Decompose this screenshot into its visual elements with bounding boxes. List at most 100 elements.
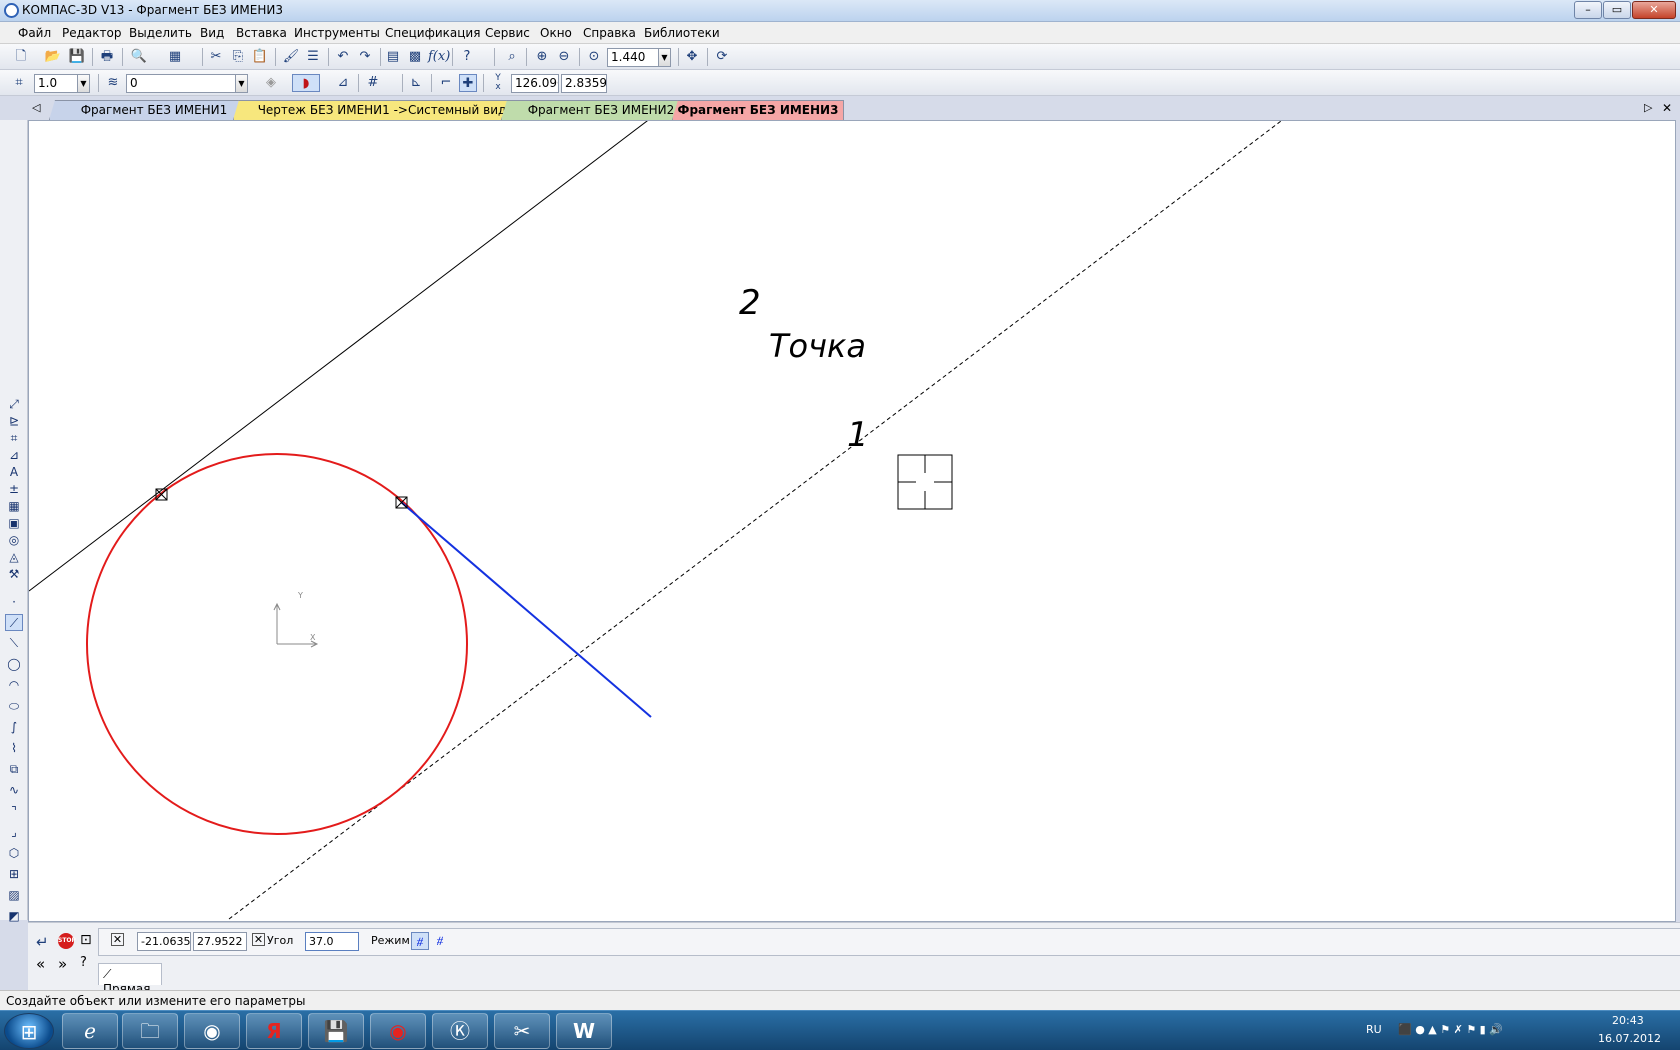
menu-help[interactable]: Справка — [583, 26, 636, 40]
tool-line-icon[interactable]: ⟋ — [5, 614, 23, 631]
prev-object-icon[interactable]: « — [36, 955, 45, 973]
scissors-taskbar-icon[interactable]: ✂ — [494, 1013, 550, 1049]
menu-view[interactable]: Вид — [200, 26, 224, 40]
stop-icon[interactable]: STOP — [58, 933, 76, 949]
pan-icon[interactable]: ✥ — [683, 48, 701, 66]
tool-contour-icon[interactable]: ⊞ — [5, 866, 23, 883]
print-icon[interactable]: 🖶 — [98, 48, 116, 66]
drawing-canvas[interactable]: Y X 2 Точка 1 — [28, 120, 1676, 922]
tool-bezier-icon[interactable]: ∿ — [5, 782, 23, 799]
minimize-button[interactable]: – — [1574, 1, 1602, 19]
tool-dimensions-icon[interactable]: ⊵ — [5, 413, 23, 430]
kompas-taskbar-icon[interactable]: Ⓚ — [432, 1013, 488, 1049]
local-cs-icon[interactable]: ⊾ — [407, 74, 425, 92]
copy-icon[interactable]: ⎘ — [229, 48, 247, 66]
tool-chamfer-icon[interactable]: ⌝ — [5, 803, 23, 820]
layer-dropdown[interactable]: ▼ — [235, 74, 248, 93]
zoom-out-icon[interactable]: ⊖ — [555, 48, 573, 66]
tab-fragment-3[interactable]: Фрагмент БЕЗ ИМЕНИ3 — [672, 100, 844, 120]
angle-field[interactable]: 37.0 — [305, 932, 359, 951]
angle-lock-icon[interactable]: ✕ — [252, 933, 265, 946]
tool-spec-icon[interactable]: ▣ — [5, 515, 23, 532]
tool-polygon-icon[interactable]: ⬡ — [5, 845, 23, 862]
new-file-icon[interactable]: 🗋 — [12, 48, 30, 66]
close-button[interactable]: ✕ — [1632, 1, 1676, 19]
auto-create-icon[interactable]: ⊡ — [80, 932, 92, 948]
tool-arc-icon[interactable]: ◠ — [5, 677, 23, 694]
tool-insert-icon[interactable]: ◬ — [5, 549, 23, 566]
paste-icon[interactable]: 📋 — [251, 48, 269, 66]
point-lock-icon[interactable]: ✕ — [111, 933, 124, 946]
properties-icon[interactable]: ☰ — [304, 48, 322, 66]
zoom-dropdown[interactable]: ▼ — [658, 48, 671, 67]
tool-fill-icon[interactable]: ◩ — [5, 908, 23, 925]
close-document-icon[interactable]: ✕ — [1662, 101, 1672, 115]
tool-point-icon[interactable]: · — [5, 594, 23, 611]
cut-icon[interactable]: ✂ — [207, 48, 225, 66]
menu-specification[interactable]: Спецификация — [385, 26, 480, 40]
local-snap-icon[interactable]: ⊿ — [334, 74, 352, 92]
explorer-taskbar-icon[interactable]: 🗀 — [122, 1013, 178, 1049]
menu-insert[interactable]: Вставка — [236, 26, 287, 40]
style-icon[interactable]: ◈ — [262, 74, 280, 92]
ie-taskbar-icon[interactable]: ℯ — [62, 1013, 118, 1049]
tool-hatch-icon[interactable]: ▨ — [5, 887, 23, 904]
yandex-taskbar-icon[interactable]: Я — [246, 1013, 302, 1049]
save-icon[interactable]: 💾 — [68, 48, 86, 66]
help-icon[interactable]: ? — [80, 955, 87, 970]
variables-icon[interactable]: f(x) — [428, 48, 450, 66]
context-help-icon[interactable]: ? — [458, 48, 476, 66]
layer-field[interactable]: 0 — [126, 74, 236, 93]
point-x-field[interactable]: -21.0635 — [137, 932, 191, 951]
step-icon[interactable]: ⌗ — [10, 74, 28, 92]
tool-edit-icon[interactable]: ⊿ — [5, 447, 23, 464]
clock-time[interactable]: 20:43 — [1612, 1014, 1644, 1027]
manager-icon[interactable]: ▦ — [166, 48, 184, 66]
tab-fragment-1[interactable]: Фрагмент БЕЗ ИМЕНИ1 — [49, 100, 259, 120]
tool-spline-icon[interactable]: ∫ — [5, 719, 23, 736]
redo-icon[interactable]: ↷ — [356, 48, 374, 66]
cursor-y-field[interactable]: 2.8359 — [561, 74, 607, 93]
tab-fragment-2[interactable]: Фрагмент БЕЗ ИМЕНИ2 — [501, 100, 701, 120]
word-taskbar-icon[interactable]: W — [556, 1013, 612, 1049]
cursor-x-field[interactable]: 126.096 — [511, 74, 559, 93]
clock-date[interactable]: 16.07.2012 — [1598, 1032, 1661, 1045]
tool-ellipse-icon[interactable]: ⬭ — [5, 698, 23, 715]
tool-designations-icon[interactable]: ⌗ — [5, 430, 23, 447]
tab-drawing-1[interactable]: Чертеж БЕЗ ИМЕНИ1 ->Системный вид — [233, 100, 531, 120]
tab-scroll-right-icon[interactable]: ▷ — [1644, 101, 1652, 114]
create-object-icon[interactable]: ↵ — [36, 933, 49, 951]
ortho-icon[interactable]: ⌐ — [437, 74, 455, 92]
open-folder-icon[interactable]: 📂 — [44, 48, 62, 66]
preview-icon[interactable]: 🔍 — [130, 48, 148, 66]
tree-icon[interactable]: ▤ — [384, 48, 402, 66]
zoom-window-icon[interactable]: ⌕ — [503, 48, 521, 66]
menu-service[interactable]: Сервис — [485, 26, 530, 40]
menu-edit[interactable]: Редактор — [62, 26, 121, 40]
start-button[interactable]: ⊞ — [4, 1013, 54, 1049]
save-disk-taskbar-icon[interactable]: 💾 — [308, 1013, 364, 1049]
grid-icon[interactable]: # — [364, 74, 382, 92]
round-icon[interactable]: ✚ — [459, 74, 477, 92]
tool-geometry-icon[interactable]: ⤢ — [5, 396, 23, 413]
tab-scroll-left-icon[interactable]: ◁ — [32, 101, 40, 114]
tool-equidistant-icon[interactable]: ⧉ — [5, 761, 23, 778]
menu-file[interactable]: Файл — [18, 26, 51, 40]
menu-tools[interactable]: Инструменты — [294, 26, 380, 40]
menu-select[interactable]: Выделить — [129, 26, 192, 40]
library-icon[interactable]: ▩ — [406, 48, 424, 66]
step-field[interactable]: 1.0 — [34, 74, 78, 93]
refresh-icon[interactable]: ⟳ — [713, 48, 731, 66]
point-y-field[interactable]: 27.9522 — [193, 932, 247, 951]
mode-no-intersect-icon[interactable]: ⧣ — [411, 932, 429, 950]
zoom-field[interactable]: 1.440 — [607, 48, 659, 67]
language-indicator[interactable]: RU — [1366, 1023, 1382, 1036]
tool-parametrization-icon[interactable]: A — [5, 464, 23, 481]
media-taskbar-icon[interactable]: ◉ — [370, 1013, 426, 1049]
tool-select-icon[interactable]: ▦ — [5, 498, 23, 515]
tool-hammer-icon[interactable]: ⚒ — [5, 566, 23, 583]
object-tab[interactable]: ⟋ Прямая — [98, 963, 162, 996]
tool-reports-icon[interactable]: ◎ — [5, 532, 23, 549]
chrome-taskbar-icon[interactable]: ◉ — [184, 1013, 240, 1049]
layers-icon[interactable]: ≋ — [104, 74, 122, 92]
